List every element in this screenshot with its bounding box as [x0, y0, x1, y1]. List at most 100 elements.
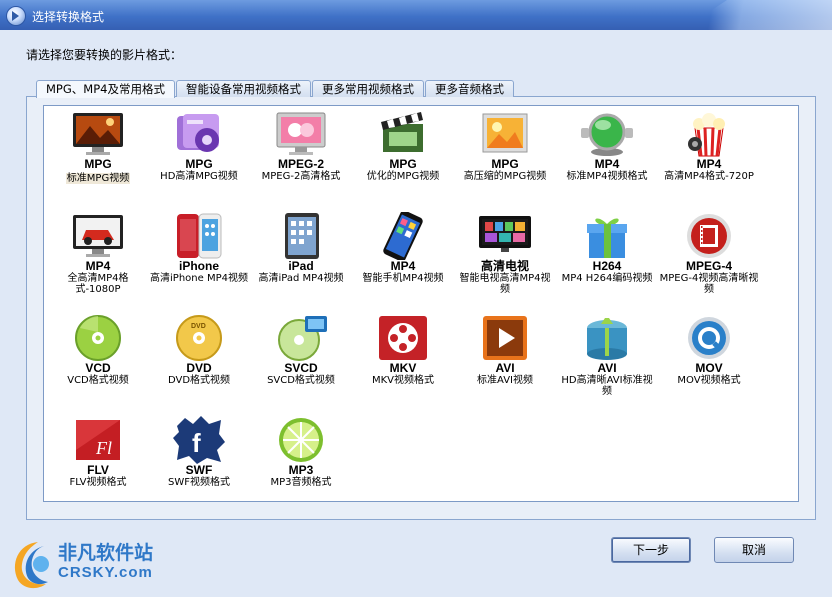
- format-code: AVI: [597, 361, 617, 375]
- format-code: 高清电视: [480, 259, 529, 273]
- mkv-reel-icon: [375, 314, 431, 362]
- format-item[interactable]: iPhone 高清iPhone MP4视频: [149, 212, 249, 284]
- format-code: MKV: [389, 361, 417, 375]
- format-code: MP4: [390, 259, 416, 273]
- format-description: VCD格式视频: [67, 375, 129, 386]
- format-description: 高压缩的MPG视频: [463, 171, 547, 182]
- format-code: MP4: [594, 157, 620, 171]
- format-description: SWF视频格式: [168, 477, 230, 488]
- landscape-monitor-icon: [70, 110, 126, 158]
- gift-box-icon: [579, 212, 635, 260]
- title-bar-decoration: [682, 0, 832, 30]
- format-description: DVD格式视频: [167, 375, 231, 386]
- format-code: MOV: [695, 361, 723, 375]
- format-description: 智能电视高清MP4视频: [459, 273, 551, 295]
- svg-text:f: f: [192, 428, 201, 458]
- format-item[interactable]: MP4 高清MP4格式-720P: [659, 110, 759, 182]
- format-item[interactable]: VCD VCD格式视频: [48, 314, 148, 386]
- format-description: 标准MP4视频格式: [566, 171, 648, 182]
- format-description: MPEG-4视频高清晰视频: [659, 273, 759, 295]
- format-item[interactable]: MP4 智能手机MP4视频: [353, 210, 453, 284]
- format-code: AVI: [495, 361, 515, 375]
- format-description: MPEG-2高清格式: [261, 171, 341, 182]
- app-logo-icon: [6, 6, 26, 26]
- film-button-icon: [681, 212, 737, 260]
- smartphone-icon: [375, 210, 431, 262]
- format-code: MP3: [288, 463, 314, 477]
- format-code: MPEG-2: [277, 157, 324, 171]
- photo-frame-icon: [477, 110, 533, 158]
- format-item[interactable]: DVD DVD DVD格式视频: [149, 314, 249, 386]
- format-item[interactable]: MPG HD高清MPG视频: [149, 110, 249, 182]
- format-item[interactable]: AVI 标准AVI视频: [455, 314, 555, 386]
- format-description: 高清MP4格式-720P: [664, 171, 754, 182]
- format-item[interactable]: MPG 高压缩的MPG视频: [455, 110, 555, 182]
- format-item[interactable]: MPEG-2 MPEG-2高清格式: [251, 110, 351, 182]
- facebook-swf-icon: f: [171, 416, 227, 464]
- format-item[interactable]: MPG 标准MPG视频: [48, 110, 148, 184]
- format-code: MPG: [84, 157, 112, 171]
- avi-box-icon: [579, 314, 635, 362]
- next-button[interactable]: 下一步: [611, 537, 691, 563]
- format-code: MPEG-4: [685, 259, 732, 273]
- format-item[interactable]: Fl FLV FLV视频格式: [48, 416, 148, 488]
- window-title: 选择转换格式: [32, 10, 105, 24]
- format-description: 标准MPG视频: [65, 173, 131, 184]
- format-item[interactable]: MPG 优化的MPG视频: [353, 110, 453, 182]
- ipad-icon: [273, 212, 329, 260]
- svcd-disc-icon: [273, 314, 329, 362]
- tab-more-video[interactable]: 更多常用视频格式: [311, 80, 424, 97]
- tab-mpg-mp4-common[interactable]: MPG、MP4及常用格式: [36, 80, 175, 98]
- format-item[interactable]: MKV MKV视频格式: [353, 314, 453, 386]
- cancel-button[interactable]: 取消: [714, 537, 794, 563]
- format-description: HD高清MPG视频: [160, 171, 238, 182]
- smart-tv-icon: [477, 212, 533, 260]
- format-item[interactable]: AVI HD高清晰AVI标准视频: [557, 314, 657, 397]
- format-description: 高清iPad MP4视频: [258, 273, 344, 284]
- format-item[interactable]: MOV MOV视频格式: [659, 314, 759, 386]
- format-description: 智能手机MP4视频: [362, 273, 444, 284]
- title-bar: 选择转换格式: [0, 0, 832, 30]
- lime-icon: [273, 416, 329, 464]
- format-code: iPad: [288, 259, 314, 273]
- format-description: SVCD格式视频: [267, 375, 335, 386]
- format-code: VCD: [85, 361, 111, 375]
- format-code: H264: [592, 259, 622, 273]
- quicktime-icon: [681, 314, 737, 362]
- tab-more-audio[interactable]: 更多音频格式: [424, 80, 514, 97]
- format-item[interactable]: MP4 标准MP4视频格式: [557, 110, 657, 182]
- iphone-icon: [171, 212, 227, 260]
- format-description: MP4 H264编码视频: [561, 273, 653, 284]
- vcd-disc-icon: [70, 314, 126, 362]
- format-code: MPG: [185, 157, 213, 171]
- svg-text:DVD: DVD: [191, 323, 206, 330]
- format-description: 优化的MPG视频: [366, 171, 440, 182]
- popcorn-icon: [681, 110, 737, 158]
- format-item[interactable]: MP4 全高清MP4格式-1080P: [48, 212, 148, 295]
- dvd-disc-icon: DVD: [171, 314, 227, 362]
- pink-monitor-icon: [273, 110, 329, 158]
- format-item[interactable]: SVCD SVCD格式视频: [251, 314, 351, 386]
- format-item[interactable]: MPEG-4 MPEG-4视频高清晰视频: [659, 212, 759, 295]
- avi-play-icon: [477, 314, 533, 362]
- format-description: 高清iPhone MP4视频: [150, 273, 248, 284]
- format-code: MPG: [389, 157, 417, 171]
- format-description: 标准AVI视频: [477, 375, 533, 386]
- car-monitor-icon: [70, 212, 126, 260]
- flash-icon: Fl: [70, 416, 126, 464]
- format-item[interactable]: H264 MP4 H264编码视频: [557, 212, 657, 284]
- svg-text:Fl: Fl: [95, 438, 112, 458]
- format-description: 全高清MP4格式-1080P: [67, 273, 129, 295]
- format-item[interactable]: iPad 高清iPad MP4视频: [251, 212, 351, 284]
- site-watermark: 非凡软件站 CRSKY.com: [8, 536, 158, 592]
- format-description: MOV视频格式: [677, 375, 741, 386]
- watermark-name: 非凡软件站: [58, 542, 154, 564]
- format-item[interactable]: 高清电视 智能电视高清MP4视频: [455, 212, 555, 295]
- format-item[interactable]: f SWF SWF视频格式: [149, 416, 249, 488]
- format-code: FLV: [87, 463, 109, 477]
- format-code: iPhone: [178, 259, 219, 273]
- format-item[interactable]: MP3 MP3音频格式: [251, 416, 351, 488]
- format-code: SWF: [185, 463, 213, 477]
- film-clapper-icon: [375, 110, 431, 158]
- tab-smart-devices[interactable]: 智能设备常用视频格式: [175, 80, 311, 97]
